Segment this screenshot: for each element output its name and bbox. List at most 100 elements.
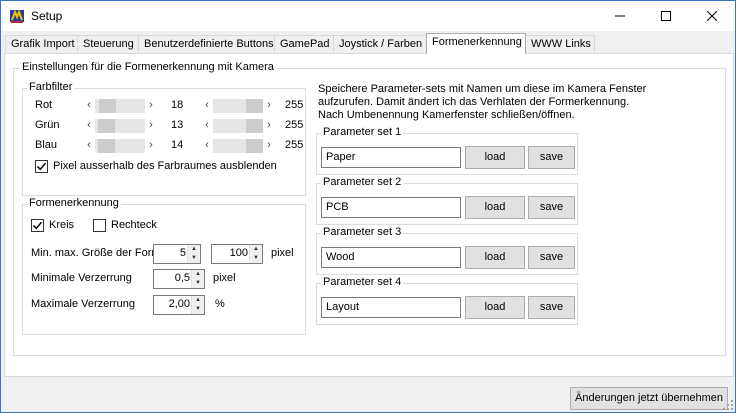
scroll-left-icon[interactable]: ‹ bbox=[201, 138, 213, 154]
tab-grafik-import[interactable]: Grafik Import bbox=[5, 35, 78, 53]
blau-min-slider[interactable]: ‹ › bbox=[83, 138, 157, 154]
parameter-set-1-save-button[interactable]: save bbox=[528, 146, 575, 169]
tab-steuerung[interactable]: Steuerung bbox=[77, 35, 139, 53]
scroll-right-icon[interactable]: › bbox=[145, 138, 157, 154]
slider-thumb[interactable] bbox=[246, 139, 263, 153]
scroll-left-icon[interactable]: ‹ bbox=[201, 98, 213, 114]
parameter-set-3-save-button[interactable]: save bbox=[528, 246, 575, 269]
close-button[interactable] bbox=[689, 1, 735, 31]
slider-thumb[interactable] bbox=[98, 139, 115, 153]
slider-thumb[interactable] bbox=[99, 99, 116, 113]
setup-window: Setup Grafik Import Steuerung Benutzerde… bbox=[0, 0, 736, 413]
apply-changes-button[interactable]: Änderungen jetzt übernehmen bbox=[570, 387, 728, 410]
blau-max-slider[interactable]: ‹ › bbox=[201, 138, 275, 154]
scroll-left-icon[interactable]: ‹ bbox=[201, 118, 213, 134]
camera-settings-title: Einstellungen für die Formenerkennung mi… bbox=[20, 61, 276, 73]
blau-min-value: 14 bbox=[171, 139, 184, 151]
parameter-set-2-load-button[interactable]: load bbox=[465, 196, 525, 219]
kreis-checkbox[interactable] bbox=[31, 219, 44, 232]
gruen-label: Grün bbox=[35, 119, 60, 131]
max-distortion-stepper[interactable]: 2,00 ▲ ▼ bbox=[153, 295, 205, 315]
max-distortion-value: 2,00 bbox=[168, 298, 190, 310]
size-unit: pixel bbox=[271, 247, 294, 259]
tab-benutzerdefinierte-buttons[interactable]: Benutzerdefinierte Buttons bbox=[138, 35, 275, 53]
tab-strip: Grafik Import Steuerung Benutzerdefinier… bbox=[3, 33, 735, 55]
scroll-right-icon[interactable]: › bbox=[263, 138, 275, 154]
resize-grip-icon[interactable] bbox=[723, 400, 733, 410]
scroll-left-icon[interactable]: ‹ bbox=[83, 98, 95, 114]
gruen-max-slider[interactable]: ‹ › bbox=[201, 118, 275, 134]
spin-down-icon[interactable]: ▼ bbox=[192, 305, 204, 314]
tab-gamepad[interactable]: GamePad bbox=[274, 35, 334, 53]
spin-down-icon[interactable]: ▼ bbox=[192, 279, 204, 288]
info-text-line-2: aufzurufen. Damit ändert ich das Verhlat… bbox=[318, 96, 630, 108]
rechteck-label: Rechteck bbox=[111, 219, 157, 231]
parameter-set-2-save-button[interactable]: save bbox=[528, 196, 575, 219]
spin-up-icon[interactable]: ▲ bbox=[188, 245, 200, 254]
max-distortion-label: Maximale Verzerrung bbox=[31, 298, 135, 310]
rot-max-slider[interactable]: ‹ › bbox=[201, 98, 275, 114]
max-distortion-unit: % bbox=[215, 298, 225, 310]
parameter-set-4-group: Parameter set 4 Layout load save bbox=[316, 276, 578, 325]
rot-label: Rot bbox=[35, 99, 53, 111]
rot-max-value: 255 bbox=[285, 99, 304, 111]
title-bar: Setup bbox=[1, 1, 735, 31]
scroll-right-icon[interactable]: › bbox=[263, 98, 275, 114]
pixel-outside-checkbox[interactable] bbox=[35, 160, 48, 173]
scroll-right-icon[interactable]: › bbox=[145, 98, 157, 114]
parameter-set-3-title: Parameter set 3 bbox=[321, 226, 404, 238]
minimize-button[interactable] bbox=[597, 1, 643, 31]
parameter-set-4-load-button[interactable]: load bbox=[465, 296, 525, 319]
scroll-right-icon[interactable]: › bbox=[145, 118, 157, 134]
scroll-left-icon[interactable]: ‹ bbox=[83, 118, 95, 134]
parameter-set-4-name-input[interactable]: Layout bbox=[321, 297, 461, 318]
parameter-set-1-title: Parameter set 1 bbox=[321, 126, 404, 138]
scroll-right-icon[interactable]: › bbox=[263, 118, 275, 134]
tab-www-links[interactable]: WWW Links bbox=[525, 35, 595, 53]
size-min-stepper[interactable]: 5 ▲ ▼ bbox=[153, 244, 201, 264]
window-title: Setup bbox=[31, 9, 63, 23]
blau-label: Blau bbox=[35, 139, 58, 151]
rot-min-slider[interactable]: ‹ › bbox=[83, 98, 157, 114]
parameter-set-3-load-button[interactable]: load bbox=[465, 246, 525, 269]
parameter-set-3-group: Parameter set 3 Wood load save bbox=[316, 226, 578, 275]
gruen-min-slider[interactable]: ‹ › bbox=[83, 118, 157, 134]
spin-down-icon[interactable]: ▼ bbox=[250, 254, 262, 263]
check-icon bbox=[32, 221, 43, 230]
slider-thumb[interactable] bbox=[246, 99, 263, 113]
tab-joystick-farben[interactable]: Joystick / Farben bbox=[333, 35, 427, 53]
parameter-set-3-name-input[interactable]: Wood bbox=[321, 247, 461, 268]
formenerkennung-group: Formenerkennung Kreis Rechteck Min. max.… bbox=[22, 197, 306, 335]
tab-formenerkennung[interactable]: Formenerkennung bbox=[426, 33, 526, 54]
parameter-set-4-title: Parameter set 4 bbox=[321, 276, 404, 288]
parameter-set-2-name-input[interactable]: PCB bbox=[321, 197, 461, 218]
parameter-set-4-save-button[interactable]: save bbox=[528, 296, 575, 319]
slider-thumb[interactable] bbox=[246, 119, 263, 133]
parameter-set-1-name-input[interactable]: Paper bbox=[321, 147, 461, 168]
min-distortion-value: 0,5 bbox=[174, 272, 190, 284]
slider-thumb[interactable] bbox=[98, 119, 115, 133]
spin-up-icon[interactable]: ▲ bbox=[250, 245, 262, 254]
spin-up-icon[interactable]: ▲ bbox=[192, 270, 204, 279]
min-distortion-stepper[interactable]: 0,5 ▲ ▼ bbox=[153, 269, 205, 289]
info-text-line-1: Speichere Parameter-sets mit Namen um di… bbox=[318, 83, 647, 95]
parameter-set-1-load-button[interactable]: load bbox=[465, 146, 525, 169]
scroll-left-icon[interactable]: ‹ bbox=[83, 138, 95, 154]
min-distortion-label: Minimale Verzerrung bbox=[31, 272, 132, 284]
parameter-set-2-group: Parameter set 2 PCB load save bbox=[316, 176, 578, 225]
spin-down-icon[interactable]: ▼ bbox=[188, 254, 200, 263]
min-distortion-unit: pixel bbox=[213, 272, 236, 284]
size-max-stepper[interactable]: 100 ▲ ▼ bbox=[211, 244, 263, 264]
gruen-min-value: 13 bbox=[171, 119, 184, 131]
maximize-button[interactable] bbox=[643, 1, 689, 31]
parameter-set-2-title: Parameter set 2 bbox=[321, 176, 404, 188]
pixel-outside-label: Pixel ausserhalb des Farbraumes ausblend… bbox=[53, 160, 277, 172]
tab-panel-formenerkennung: Einstellungen für die Formenerkennung mi… bbox=[4, 53, 734, 377]
rechteck-checkbox[interactable] bbox=[93, 219, 106, 232]
kreis-label: Kreis bbox=[49, 219, 75, 231]
formenerkennung-title: Formenerkennung bbox=[27, 197, 121, 209]
size-max-value: 100 bbox=[229, 247, 248, 259]
check-icon bbox=[36, 162, 47, 171]
close-icon bbox=[707, 11, 717, 21]
spin-up-icon[interactable]: ▲ bbox=[192, 296, 204, 305]
